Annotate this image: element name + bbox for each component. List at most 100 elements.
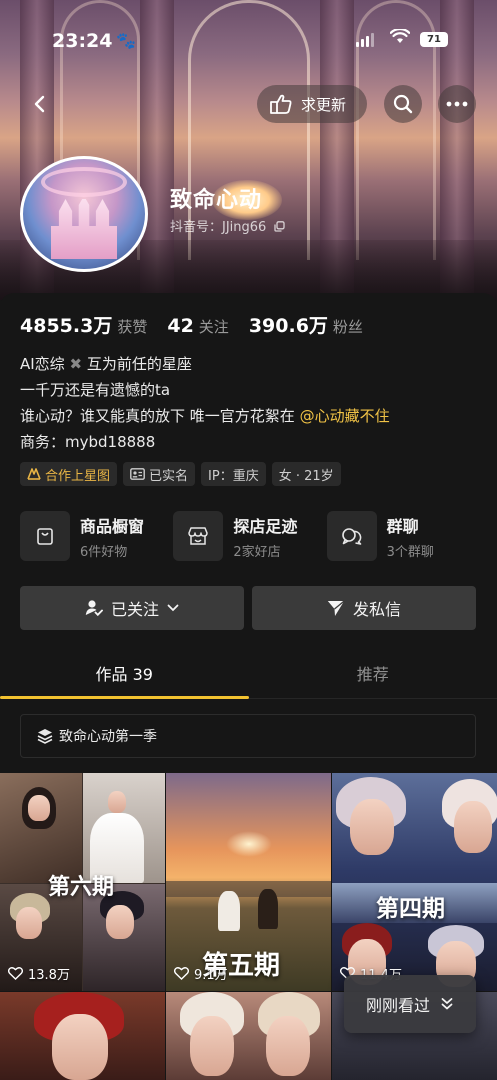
bio-line: AI恋综 bbox=[20, 355, 65, 373]
shopping-bag-icon bbox=[20, 511, 70, 561]
bio-line: 谁心动？谁又能真的放下 唯一官方花絮在 bbox=[20, 407, 295, 425]
cross-icon: ✖ bbox=[69, 355, 83, 373]
star-map-icon bbox=[27, 468, 41, 480]
services-row: 商品橱窗 6件好物 探店足迹 2家好店 群聊 3个群聊 bbox=[20, 511, 480, 561]
stat-following[interactable]: 42 关注 bbox=[167, 315, 228, 337]
paw-icon: 🐾 bbox=[116, 31, 136, 50]
search-button[interactable] bbox=[384, 85, 422, 123]
service-store-visits[interactable]: 探店足迹 2家好店 bbox=[173, 511, 326, 561]
like-count-text: 9.1万 bbox=[194, 968, 228, 983]
like-count: 9.1万 bbox=[174, 964, 228, 983]
search-icon bbox=[393, 94, 413, 114]
character-face bbox=[106, 905, 134, 939]
battery-indicator: 71 bbox=[420, 32, 448, 47]
recently-viewed-button[interactable]: 刚刚看过 bbox=[344, 975, 476, 1033]
bio-line: 互为前任的星座 bbox=[86, 355, 192, 373]
stat-value: 42 bbox=[167, 315, 194, 337]
service-subtitle: 3个群聊 bbox=[386, 544, 434, 560]
heart-icon bbox=[8, 967, 23, 980]
chevron-left-icon bbox=[34, 95, 45, 113]
service-title: 群聊 bbox=[386, 516, 419, 536]
collection-chip[interactable]: 致命心动第一季 bbox=[20, 714, 476, 758]
layers-icon bbox=[37, 729, 53, 744]
chevron-down-icon bbox=[167, 604, 179, 612]
bio-line: 商务：mybd18888 bbox=[20, 433, 156, 451]
character-face bbox=[16, 907, 42, 939]
wifi-icon bbox=[389, 27, 411, 49]
profile-stats: 4855.3万 获赞 42 关注 390.6万 粉丝 bbox=[20, 311, 363, 338]
white-horse bbox=[218, 891, 240, 931]
chat-bubbles-icon bbox=[326, 511, 377, 561]
request-update-label: 求更新 bbox=[301, 95, 347, 114]
tag-label: 已实名 bbox=[149, 468, 189, 484]
tag-label: 女 · 21岁 bbox=[278, 468, 334, 484]
tag-label: 合作上星图 bbox=[45, 468, 111, 484]
heart-icon bbox=[174, 967, 189, 980]
paper-plane-icon bbox=[327, 599, 345, 616]
bio-line: 一千万还是有遗憾的ta bbox=[20, 381, 171, 399]
pointing-hand-icon bbox=[270, 94, 292, 114]
store-icon bbox=[173, 511, 224, 561]
content-tabs: 作品 39 推荐 bbox=[0, 653, 497, 699]
video-thumbnail[interactable] bbox=[0, 992, 165, 1080]
double-chevron-down-icon bbox=[441, 998, 453, 1010]
service-group-chat[interactable]: 群聊 3个群聊 bbox=[326, 511, 480, 561]
character-face bbox=[454, 801, 492, 853]
service-title: 商品橱窗 bbox=[80, 516, 145, 536]
douyin-id-text: 抖音号：JJing66 bbox=[170, 220, 267, 235]
following-button[interactable]: 已关注 bbox=[20, 586, 244, 630]
like-count-text: 13.8万 bbox=[28, 968, 70, 983]
avatar-castle bbox=[51, 199, 117, 259]
douyin-id[interactable]: 抖音号：JJing66 bbox=[170, 216, 286, 235]
more-options-button[interactable] bbox=[438, 85, 476, 123]
video-thumbnail[interactable]: 第六期 13.8万 bbox=[0, 773, 165, 991]
avatar[interactable] bbox=[20, 156, 148, 272]
stat-likes[interactable]: 4855.3万 获赞 bbox=[20, 311, 147, 338]
tab-recommended[interactable]: 推荐 bbox=[249, 653, 497, 698]
stat-value: 390.6万 bbox=[248, 315, 328, 337]
service-shop-window[interactable]: 商品橱窗 6件好物 bbox=[20, 511, 173, 561]
status-time: 23:24 bbox=[52, 30, 113, 52]
more-dots-icon bbox=[446, 101, 468, 107]
mention-link[interactable]: @心动藏不住 bbox=[300, 407, 390, 425]
service-subtitle: 6件好物 bbox=[80, 544, 128, 560]
tab-works[interactable]: 作品 39 bbox=[0, 653, 249, 699]
episode-label: 第六期 bbox=[48, 874, 115, 900]
profile-actions: 已关注 发私信 bbox=[20, 586, 476, 630]
send-message-button[interactable]: 发私信 bbox=[252, 586, 476, 630]
send-message-label: 发私信 bbox=[352, 600, 401, 619]
stat-value: 4855.3万 bbox=[20, 315, 113, 337]
video-thumbnail[interactable]: 第五期 9.1万 bbox=[166, 773, 331, 991]
stat-followers[interactable]: 390.6万 粉丝 bbox=[249, 311, 363, 338]
character-face bbox=[350, 799, 394, 855]
profile-tags: 合作上星图 已实名 IP：重庆 女 · 21岁 bbox=[20, 462, 341, 486]
profile-bio: AI恋综 ✖ 互为前任的星座 一千万还是有遗憾的ta 谁心动？谁又能真的放下 唯… bbox=[20, 351, 390, 455]
like-count: 13.8万 bbox=[8, 964, 70, 983]
character-face bbox=[52, 1014, 108, 1080]
profile-name: 致命心动 bbox=[170, 188, 263, 213]
id-card-icon bbox=[130, 468, 145, 480]
request-update-button[interactable]: 求更新 bbox=[257, 85, 367, 123]
recently-viewed-label: 刚刚看过 bbox=[365, 996, 430, 1015]
tag-star-map[interactable]: 合作上星图 bbox=[20, 462, 118, 486]
video-thumbnail[interactable]: 第四期 11.4万 bbox=[332, 773, 497, 991]
tag-verified[interactable]: 已实名 bbox=[123, 462, 196, 486]
copy-icon[interactable] bbox=[274, 221, 286, 232]
stat-label: 关注 bbox=[198, 318, 229, 336]
episode-label: 第四期 bbox=[376, 895, 445, 922]
collection-label: 致命心动第一季 bbox=[59, 729, 157, 745]
video-thumbnail[interactable] bbox=[166, 992, 331, 1080]
stat-label: 粉丝 bbox=[332, 318, 363, 336]
stat-label: 获赞 bbox=[117, 318, 148, 336]
tag-ip: IP：重庆 bbox=[201, 462, 266, 486]
dark-horse bbox=[258, 889, 278, 929]
tag-gender-age: 女 · 21岁 bbox=[271, 462, 341, 486]
tag-label: IP：重庆 bbox=[208, 468, 259, 484]
character-face bbox=[108, 791, 126, 813]
service-title: 探店足迹 bbox=[233, 516, 298, 536]
user-check-icon bbox=[85, 600, 103, 617]
back-button[interactable] bbox=[22, 86, 58, 122]
character-face bbox=[266, 1016, 310, 1076]
signal-icon bbox=[356, 33, 376, 47]
sunset-glow bbox=[226, 831, 272, 857]
